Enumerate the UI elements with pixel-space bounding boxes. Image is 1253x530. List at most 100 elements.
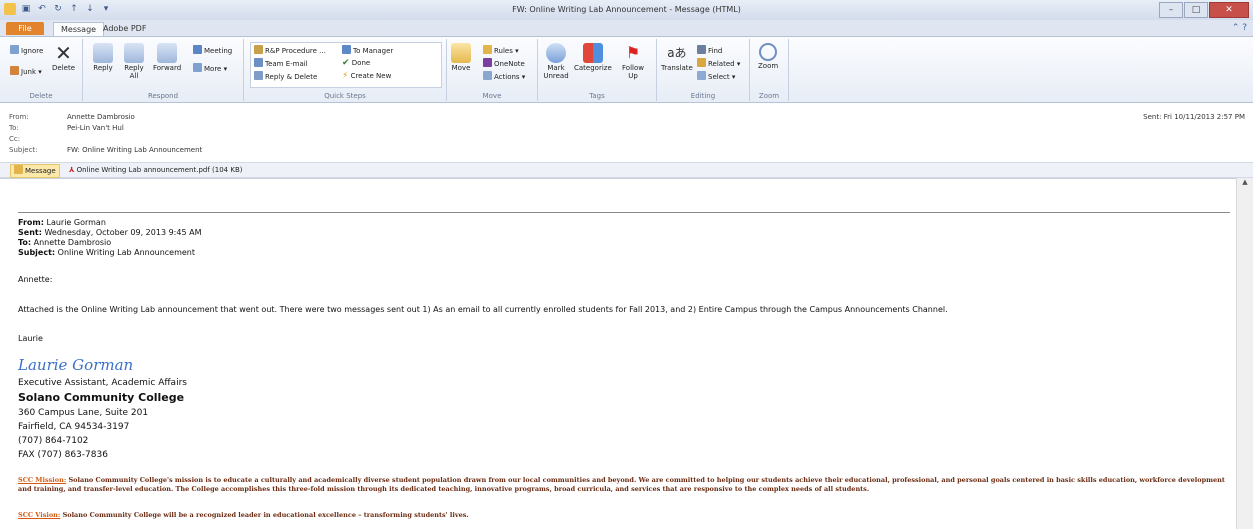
vertical-scrollbar[interactable]: ▲ <box>1236 178 1253 529</box>
rules-button[interactable]: Rules ▾ <box>483 45 519 55</box>
closing: Laurie <box>18 334 43 343</box>
forward-button[interactable]: Forward <box>153 43 181 72</box>
group-delete: Ignore Junk ▾ ✕ Delete Delete <box>0 39 83 101</box>
actions-button[interactable]: Actions ▾ <box>483 71 525 81</box>
categorize-icon <box>582 43 603 63</box>
actions-icon <box>483 71 492 80</box>
quick-step-reply-delete[interactable]: Reply & Delete <box>254 71 317 81</box>
help-icon[interactable]: ⌃ ? <box>1232 23 1247 33</box>
lightning-icon: ⚡ <box>342 71 349 81</box>
find-button[interactable]: Find <box>697 45 722 55</box>
mission-statement: SCC Mission: Solano Community College's … <box>18 476 1225 493</box>
to-manager-icon <box>342 45 351 54</box>
fwd-sent: Sent: Wednesday, October 09, 2013 9:45 A… <box>18 228 202 237</box>
group-label-zoom: Zoom <box>758 92 780 100</box>
reply-all-button[interactable]: Reply All <box>121 43 147 80</box>
title-bar: ▣ ↶ ↻ ↑ ↓ ▾ FW: Online Writing Lab Annou… <box>0 0 1253 21</box>
translate-icon: aあ <box>667 46 687 60</box>
team-email-icon <box>254 58 263 67</box>
quick-step-rp-procedure[interactable]: R&P Procedure ... <box>254 45 326 55</box>
group-respond: Reply Reply All Forward Meeting More ▾ R… <box>83 39 244 101</box>
separator-line <box>18 212 1230 213</box>
group-move: Move Rules ▾ OneNote Actions ▾ Move <box>447 39 538 101</box>
group-zoom: Zoom Zoom <box>750 39 789 101</box>
mark-unread-button[interactable]: Mark Unread <box>542 43 570 80</box>
move-button[interactable]: Move <box>451 43 471 72</box>
pdf-attachment[interactable]: ⅄ Online Writing Lab announcement.pdf (1… <box>66 164 245 176</box>
group-label-tags: Tags <box>589 92 605 100</box>
fax: FAX (707) 863-7836 <box>18 450 108 460</box>
categorize-button[interactable]: Categorize <box>574 43 612 72</box>
zoom-button[interactable]: Zoom <box>758 43 778 70</box>
select-button[interactable]: Select ▾ <box>697 71 735 81</box>
signature: Laurie Gorman <box>18 356 134 374</box>
ignore-button[interactable]: Ignore <box>10 45 43 55</box>
onenote-button[interactable]: OneNote <box>483 58 525 68</box>
address-line-2: Fairfield, CA 94534-3197 <box>18 422 130 432</box>
more-button[interactable]: More ▾ <box>193 63 227 73</box>
group-label-move: Move <box>482 92 502 100</box>
follow-up-button[interactable]: ⚑ Follow Up <box>620 43 646 80</box>
signature-title: Executive Assistant, Academic Affairs <box>18 378 187 388</box>
sent-date: Sent: Fri 10/11/2013 2:57 PM <box>1143 113 1245 121</box>
quick-step-done[interactable]: ✔ Done <box>342 58 370 68</box>
folder-icon <box>451 43 471 63</box>
mission-link[interactable]: SCC Mission: <box>18 476 66 484</box>
header-subject: Subject: FW: Online Writing Lab Announcem… <box>9 146 203 154</box>
rp-icon <box>254 45 263 54</box>
group-tags: Mark Unread Categorize ⚑ Follow Up Tags <box>538 39 657 101</box>
fwd-subject: Subject: Online Writing Lab Announcement <box>18 248 196 257</box>
tab-adobe-pdf[interactable]: Adobe PDF <box>96 22 153 35</box>
to-value[interactable]: Pei-Lin Van't Hul <box>67 124 124 132</box>
junk-icon <box>10 66 19 75</box>
select-icon <box>697 71 706 80</box>
reply-all-icon <box>124 43 144 63</box>
quick-step-to-manager[interactable]: To Manager <box>342 45 393 55</box>
reply-delete-icon <box>254 71 263 80</box>
tab-file[interactable]: File <box>6 22 44 35</box>
checkmark-icon: ✔ <box>342 58 350 68</box>
maximize-button[interactable]: □ <box>1184 2 1208 18</box>
meeting-button[interactable]: Meeting <box>193 45 232 55</box>
close-button[interactable]: ✕ <box>1209 2 1249 18</box>
envelope-icon <box>546 43 566 63</box>
group-label-respond: Respond <box>147 92 179 100</box>
delete-icon: ✕ <box>55 41 72 65</box>
subject-value: FW: Online Writing Lab Announcement <box>67 146 203 154</box>
fwd-from: From: Laurie Gorman <box>18 218 106 227</box>
vision-link[interactable]: SCC Vision: <box>18 511 60 519</box>
related-button[interactable]: Related ▾ <box>697 58 740 68</box>
header-cc: Cc: <box>9 135 21 143</box>
from-value[interactable]: Annette Dambrosio <box>67 113 135 121</box>
group-editing: aあ Translate Find Related ▾ Select ▾ Edit… <box>657 39 750 101</box>
onenote-icon <box>483 58 492 67</box>
forward-icon <box>157 43 178 63</box>
meeting-icon <box>193 45 202 54</box>
rules-icon <box>483 45 492 54</box>
address-line-1: 360 Campus Lane, Suite 201 <box>18 408 149 418</box>
ribbon: Ignore Junk ▾ ✕ Delete Delete Reply Reply… <box>0 37 1253 103</box>
ignore-icon <box>10 45 19 54</box>
group-quick-steps: R&P Procedure ... Team E-mail Reply & De… <box>244 39 447 101</box>
group-label-editing: Editing <box>690 92 716 100</box>
body-text: Attached is the Online Writing Lab annou… <box>18 305 948 314</box>
binoculars-icon <box>697 45 706 54</box>
delete-button[interactable]: ✕ Delete <box>52 43 75 72</box>
junk-button[interactable]: Junk ▾ <box>10 66 42 76</box>
quick-step-create-new[interactable]: ⚡ Create New <box>342 71 391 81</box>
college-name: Solano Community College <box>18 391 185 404</box>
greeting: Annette: <box>18 275 53 284</box>
vision-statement: SCC Vision: Solano Community College wil… <box>18 511 469 519</box>
scroll-up-icon[interactable]: ▲ <box>1238 178 1252 189</box>
window-controls: – □ ✕ <box>1158 2 1249 18</box>
message-icon <box>14 165 23 174</box>
minimize-button[interactable]: – <box>1159 2 1183 18</box>
group-label-quick-steps: Quick Steps <box>324 92 366 100</box>
phone: (707) 864-7102 <box>18 436 89 446</box>
header-from: From: Annette Dambrosio <box>9 113 135 121</box>
message-attachment-tab[interactable]: Message <box>10 164 60 178</box>
reply-button[interactable]: Reply <box>93 43 113 72</box>
quick-step-team-email[interactable]: Team E-mail <box>254 58 308 68</box>
window-title: FW: Online Writing Lab Announcement - Me… <box>512 5 741 14</box>
translate-button[interactable]: aあ Translate <box>661 43 693 72</box>
